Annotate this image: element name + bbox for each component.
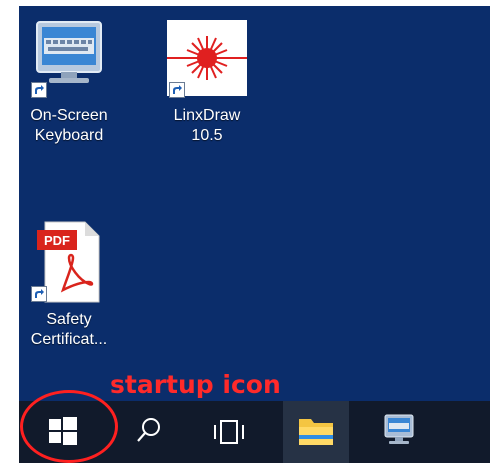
annotation-circle xyxy=(20,390,118,463)
task-view-icon xyxy=(214,420,244,444)
desktop-icon-linxdraw[interactable]: LinxDraw 10.5 xyxy=(157,14,257,146)
shortcut-arrow-icon xyxy=(31,82,47,98)
desktop-icon-label: On-Screen Keyboard xyxy=(30,107,108,144)
shortcut-arrow-icon xyxy=(31,286,47,302)
desktop-icon-label: LinxDraw 10.5 xyxy=(173,107,241,144)
pdf-badge-text: PDF xyxy=(44,233,70,248)
on-screen-keyboard-icon xyxy=(27,14,111,100)
file-explorer-button[interactable] xyxy=(283,401,349,463)
on-screen-keyboard-icon xyxy=(384,414,414,444)
annotation-label: startup icon xyxy=(110,370,281,399)
task-view-button[interactable] xyxy=(201,401,257,463)
search-icon xyxy=(137,418,160,442)
folder-icon xyxy=(299,419,333,445)
desktop-icon-safety-certificate[interactable]: PDF Safety Certificat... xyxy=(19,218,119,350)
search-button[interactable] xyxy=(121,401,177,463)
shortcut-arrow-icon xyxy=(169,82,185,98)
on-screen-keyboard-taskbar-button[interactable] xyxy=(371,401,427,463)
desktop[interactable]: On-Screen Keyboard LinxDraw 10.5 PDF Saf… xyxy=(19,6,490,401)
desktop-icon-on-screen-keyboard[interactable]: On-Screen Keyboard xyxy=(19,14,119,146)
pdf-document-icon: PDF xyxy=(27,218,111,304)
desktop-icon-label: Safety Certificat... xyxy=(30,311,108,348)
linxdraw-icon xyxy=(165,14,249,100)
screenshot-frame: On-Screen Keyboard LinxDraw 10.5 PDF Saf… xyxy=(0,0,493,467)
